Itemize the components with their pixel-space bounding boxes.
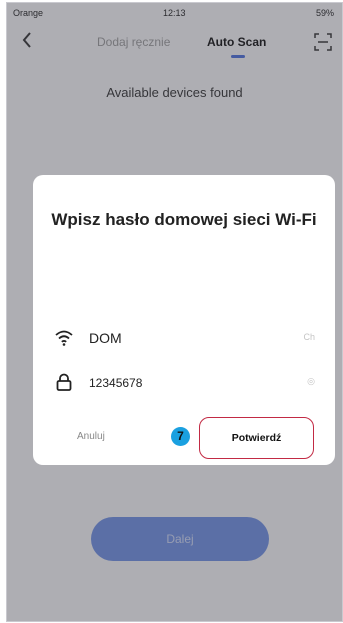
confirm-button[interactable]: Potwierdź [199,417,314,459]
wifi-password-dialog: Wpisz hasło domowej sieci Wi-Fi DOM Ch 1… [33,175,335,465]
phone-screen: Orange 12:13 59% Dodaj ręcznie Auto Scan… [6,2,343,622]
wifi-password-value: 12345678 [89,376,143,390]
cancel-button[interactable]: Anuluj [77,431,105,442]
step-number-badge: 7 [171,427,190,446]
wifi-icon [55,330,73,346]
dialog-title: Wpisz hasło domowej sieci Wi-Fi [51,210,317,229]
wifi-ssid-field[interactable]: DOM Ch [55,327,315,351]
toggle-password-visibility-icon[interactable]: ◎ [307,376,315,387]
wifi-password-field[interactable]: 12345678 ◎ [55,371,315,395]
change-network-link[interactable]: Ch [303,332,315,342]
lock-icon [56,373,72,391]
wifi-ssid-value: DOM [89,330,122,346]
